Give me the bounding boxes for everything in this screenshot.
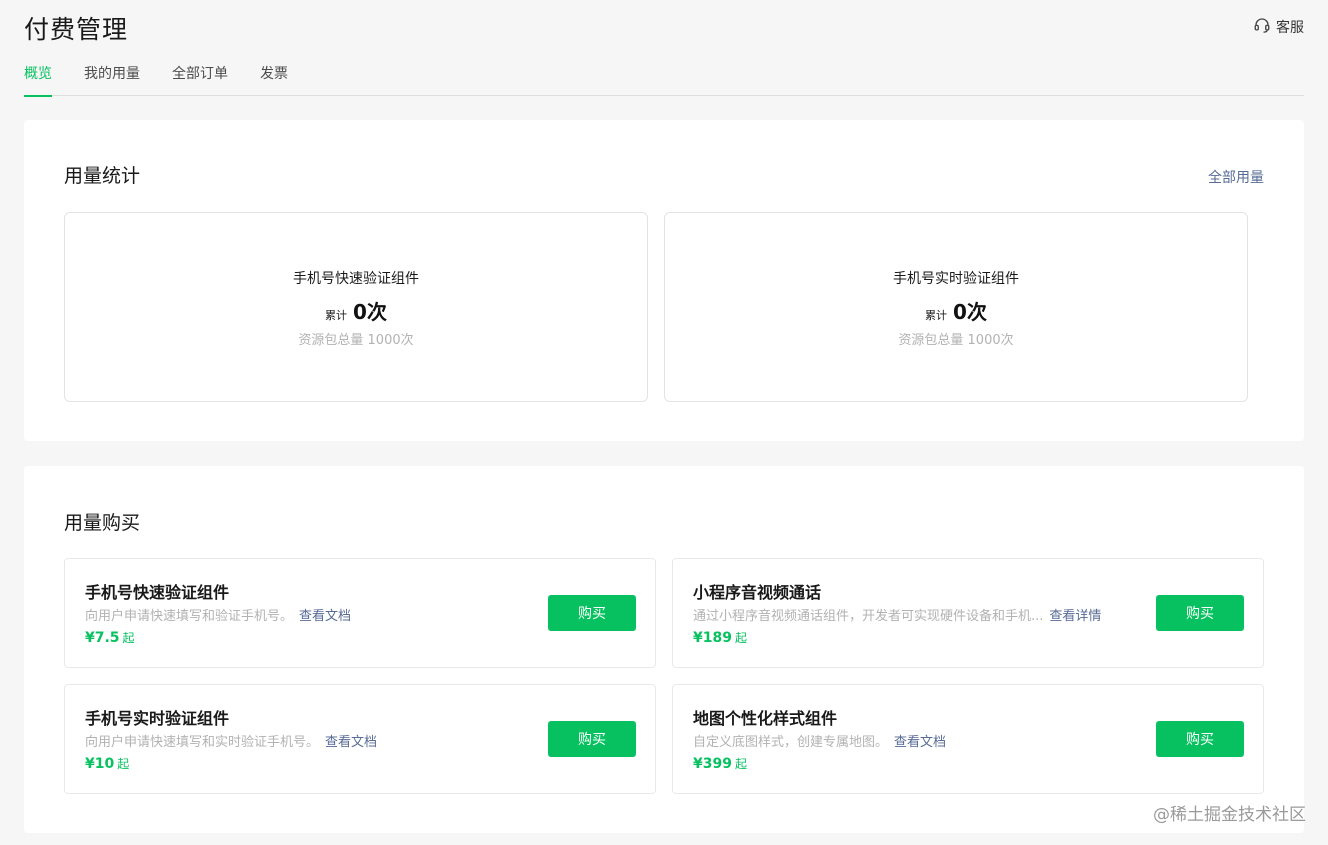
tab-overview[interactable]: 概览: [24, 62, 52, 97]
usage-card-name: 手机号实时验证组件: [893, 271, 1019, 287]
product-description-text: 通过小程序音视频通话组件，开发者可实现硬件设备和手机...: [693, 609, 1044, 624]
product-description-text: 向用户申请快速填写和验证手机号。: [85, 609, 294, 624]
price-unit: 起: [734, 631, 747, 645]
product-description-text: 向用户申请快速填写和实时验证手机号。: [85, 735, 320, 750]
product-price: ¥189 起: [693, 629, 747, 646]
usage-stats-panel: 用量统计 全部用量 手机号快速验证组件 累计 0次 资源包总量 1000次 手机…: [24, 120, 1304, 441]
product-description: 自定义底图样式，创建专属地图。 查看文档: [693, 731, 946, 750]
product-name: 手机号快速验证组件: [85, 583, 230, 602]
usage-card-total: 累计 0次: [665, 296, 1247, 325]
usage-total-label: 累计: [925, 309, 948, 322]
price-unit: 起: [122, 631, 135, 645]
usage-total-value: 0次: [353, 300, 387, 324]
buy-button[interactable]: 购买: [548, 595, 636, 631]
tab-bar: 概览 我的用量 全部订单 发票: [24, 62, 1304, 97]
view-docs-link[interactable]: 查看文档: [299, 609, 351, 624]
watermark: @稀土掘金技术社区: [1153, 805, 1306, 825]
product-price: ¥399 起: [693, 755, 747, 772]
price-unit: 起: [117, 757, 130, 771]
view-docs-link[interactable]: 查看文档: [894, 735, 946, 750]
tab-invoice[interactable]: 发票: [260, 62, 288, 96]
usage-card-quota: 资源包总量 1000次: [298, 333, 414, 348]
tab-my-usage[interactable]: 我的用量: [84, 62, 140, 96]
usage-card-quota: 资源包总量 1000次: [898, 333, 1014, 348]
usage-card-total: 累计 0次: [65, 296, 647, 325]
product-price: ¥10 起: [85, 755, 129, 772]
view-details-link[interactable]: 查看详情: [1049, 609, 1101, 624]
product-description: 向用户申请快速填写和验证手机号。 查看文档: [85, 605, 351, 624]
product-name: 手机号实时验证组件: [85, 709, 230, 728]
product-description-text: 自定义底图样式，创建专属地图。: [693, 735, 889, 750]
payment-management-page: 付费管理 客服 概览 我的用量 全部订单 发票 用量统计 全部用量 手机号快速验…: [0, 0, 1328, 845]
headset-icon: [1253, 16, 1271, 38]
customer-service-label: 客服: [1276, 20, 1304, 36]
usage-card-name: 手机号快速验证组件: [293, 271, 419, 287]
usage-total-value: 0次: [953, 300, 987, 324]
product-description: 通过小程序音视频通话组件，开发者可实现硬件设备和手机... 查看详情: [693, 605, 1101, 624]
product-card: 地图个性化样式组件 自定义底图样式，创建专属地图。 查看文档 ¥399 起 购买: [672, 684, 1264, 794]
price-value: ¥399: [693, 756, 732, 772]
product-name: 小程序音视频通话: [693, 583, 822, 602]
product-card: 小程序音视频通话 通过小程序音视频通话组件，开发者可实现硬件设备和手机... 查看…: [672, 558, 1264, 668]
page-title: 付费管理: [24, 15, 129, 44]
customer-service-link[interactable]: 客服: [1253, 16, 1304, 38]
product-price: ¥7.5 起: [85, 629, 135, 646]
usage-stats-title: 用量统计: [64, 165, 141, 187]
usage-card: 手机号快速验证组件 累计 0次 资源包总量 1000次: [64, 212, 648, 402]
usage-purchase-panel: 用量购买 手机号快速验证组件 向用户申请快速填写和验证手机号。 查看文档 ¥7.5…: [24, 466, 1304, 833]
all-usage-link[interactable]: 全部用量: [1208, 167, 1264, 187]
usage-card: 手机号实时验证组件 累计 0次 资源包总量 1000次: [664, 212, 1248, 402]
usage-purchase-title: 用量购买: [64, 512, 141, 534]
price-unit: 起: [734, 757, 747, 771]
product-name: 地图个性化样式组件: [693, 709, 838, 728]
price-value: ¥189: [693, 630, 732, 646]
buy-button[interactable]: 购买: [548, 721, 636, 757]
buy-button[interactable]: 购买: [1156, 721, 1244, 757]
view-docs-link[interactable]: 查看文档: [325, 735, 377, 750]
product-card: 手机号实时验证组件 向用户申请快速填写和实时验证手机号。 查看文档 ¥10 起 购买: [64, 684, 656, 794]
price-value: ¥7.5: [85, 630, 120, 646]
product-card: 手机号快速验证组件 向用户申请快速填写和验证手机号。 查看文档 ¥7.5 起 购买: [64, 558, 656, 668]
price-value: ¥10: [85, 756, 115, 772]
tab-all-orders[interactable]: 全部订单: [172, 62, 228, 96]
buy-button[interactable]: 购买: [1156, 595, 1244, 631]
product-description: 向用户申请快速填写和实时验证手机号。 查看文档: [85, 731, 377, 750]
usage-total-label: 累计: [325, 309, 348, 322]
